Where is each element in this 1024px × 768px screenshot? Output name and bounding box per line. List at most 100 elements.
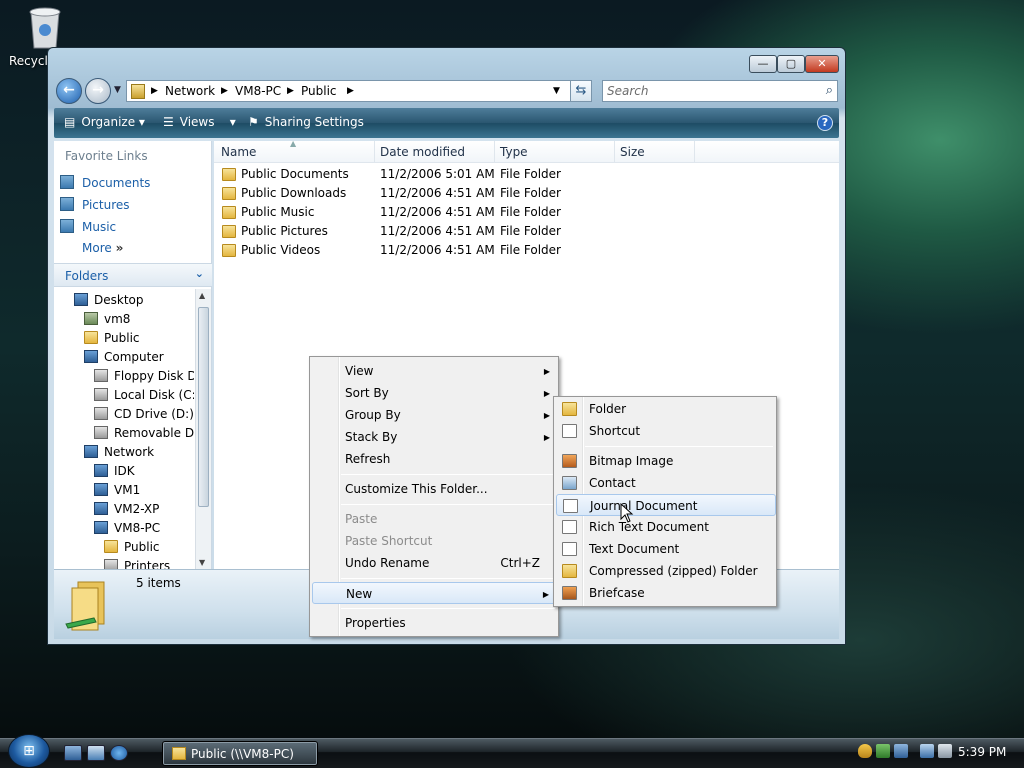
tree-item-vm1[interactable]: VM1 bbox=[94, 483, 194, 497]
menu-item-view[interactable]: View ▶ bbox=[312, 360, 558, 382]
submenu-item-text[interactable]: Text Document bbox=[556, 538, 776, 560]
column-type[interactable]: Type bbox=[500, 145, 528, 159]
submenu-item-bitmap[interactable]: Bitmap Image bbox=[556, 450, 776, 472]
show-desktop-icon[interactable] bbox=[64, 745, 82, 761]
table-row[interactable]: Public Documents 11/2/2006 5:01 AM File … bbox=[214, 165, 839, 184]
folder-icon bbox=[222, 168, 236, 181]
menu-item-group-by[interactable]: Group By ▶ bbox=[312, 404, 558, 426]
submenu-item-folder[interactable]: Folder bbox=[556, 398, 776, 420]
taskbar-window-button[interactable]: Public (\\VM8-PC) bbox=[162, 741, 318, 766]
refresh-button[interactable]: ⇆ bbox=[570, 80, 592, 102]
tray-icon[interactable] bbox=[876, 744, 890, 758]
close-button[interactable]: ✕ bbox=[805, 55, 839, 73]
favorite-link-pictures[interactable]: Pictures bbox=[60, 197, 130, 212]
column-divider[interactable] bbox=[614, 141, 615, 163]
taskbar-window-label: Public (\\VM8-PC) bbox=[191, 747, 294, 761]
tray-icon[interactable] bbox=[894, 744, 908, 758]
search-icon[interactable]: ⌕ bbox=[826, 83, 833, 98]
table-row[interactable]: Public Music 11/2/2006 4:51 AM File Fold… bbox=[214, 203, 839, 222]
switch-windows-icon[interactable] bbox=[87, 745, 105, 761]
column-name[interactable]: Name bbox=[221, 145, 256, 159]
shared-folder-icon bbox=[65, 581, 105, 631]
tree-item-local-disk[interactable]: Local Disk (C:) bbox=[94, 388, 194, 402]
tree-scrollbar[interactable]: ▲ ▼ bbox=[195, 289, 211, 569]
menu-separator bbox=[341, 474, 555, 475]
folders-header[interactable]: Folders ⌄ bbox=[54, 263, 212, 287]
table-row[interactable]: Public Pictures 11/2/2006 4:51 AM File F… bbox=[214, 222, 839, 241]
menu-item-customize-folder[interactable]: Customize This Folder... bbox=[312, 478, 558, 500]
tree-item-floppy[interactable]: Floppy Disk Dr bbox=[94, 369, 194, 383]
column-date-modified[interactable]: Date modified bbox=[380, 145, 465, 159]
contact-icon bbox=[562, 476, 577, 490]
tree-item-public-share[interactable]: Public bbox=[104, 540, 194, 554]
favorite-link-music[interactable]: Music bbox=[60, 219, 116, 234]
computer-icon bbox=[94, 521, 108, 534]
column-divider[interactable] bbox=[494, 141, 495, 163]
search-input[interactable]: Search ⌕ bbox=[602, 80, 838, 102]
tree-item-computer[interactable]: Computer bbox=[84, 350, 194, 364]
menu-item-refresh[interactable]: Refresh bbox=[312, 448, 558, 470]
menu-item-new[interactable]: New ▶ bbox=[312, 582, 558, 604]
favorite-link-more[interactable]: More » bbox=[82, 241, 123, 255]
submenu-item-zip[interactable]: Compressed (zipped) Folder bbox=[556, 560, 776, 582]
scrollbar-thumb[interactable] bbox=[198, 307, 209, 507]
tree-label: vm8 bbox=[104, 312, 131, 326]
breadcrumb-network[interactable]: Network bbox=[165, 84, 215, 98]
breadcrumb-vm8-pc[interactable]: VM8-PC bbox=[235, 84, 281, 98]
table-row[interactable]: Public Downloads 11/2/2006 4:51 AM File … bbox=[214, 184, 839, 203]
column-divider[interactable] bbox=[694, 141, 695, 163]
scroll-down-icon[interactable]: ▼ bbox=[199, 558, 205, 567]
user-folder-icon bbox=[84, 312, 98, 325]
tree-item-vm2-xp[interactable]: VM2-XP bbox=[94, 502, 194, 516]
address-dropdown-icon[interactable]: ▼ bbox=[553, 86, 560, 96]
submenu-item-rich-text[interactable]: Rich Text Document bbox=[556, 516, 776, 538]
menu-item-undo-rename[interactable]: Undo Rename Ctrl+Z bbox=[312, 552, 558, 574]
internet-explorer-icon[interactable] bbox=[110, 745, 128, 761]
submenu-item-journal[interactable]: Journal Document bbox=[556, 494, 776, 516]
tree-label: Desktop bbox=[94, 293, 144, 307]
views-button[interactable]: ☰ Views ▾ bbox=[163, 115, 236, 129]
tree-item-public[interactable]: Public bbox=[84, 331, 194, 345]
menu-item-paste-shortcut: Paste Shortcut bbox=[312, 530, 558, 552]
forward-button[interactable]: → bbox=[85, 78, 111, 104]
tree-label: VM2-XP bbox=[114, 502, 160, 516]
security-shield-icon[interactable] bbox=[858, 744, 872, 758]
favorite-link-documents[interactable]: Documents bbox=[60, 175, 150, 190]
submenu-arrow-icon: ▶ bbox=[543, 389, 550, 398]
tree-item-vm8-pc[interactable]: VM8-PC bbox=[94, 521, 194, 535]
volume-muted-icon[interactable] bbox=[938, 744, 952, 758]
table-row[interactable]: Public Videos 11/2/2006 4:51 AM File Fol… bbox=[214, 241, 839, 260]
minimize-button[interactable]: — bbox=[749, 55, 777, 73]
help-button[interactable]: ? bbox=[817, 115, 833, 131]
address-bar[interactable]: ▶ Network ▶ VM8-PC ▶ Public ▶ ▼ bbox=[126, 80, 576, 102]
sharing-settings-button[interactable]: ⚑ Sharing Settings bbox=[248, 115, 364, 129]
tree-item-network[interactable]: Network bbox=[84, 445, 194, 459]
menu-item-stack-by[interactable]: Stack By ▶ bbox=[312, 426, 558, 448]
submenu-item-briefcase[interactable]: Briefcase bbox=[556, 582, 776, 604]
maximize-button[interactable]: ▢ bbox=[777, 55, 805, 73]
scroll-up-icon[interactable]: ▲ bbox=[199, 291, 205, 300]
organize-button[interactable]: ▤ Organize ▾ bbox=[64, 115, 145, 129]
tree-item-cd-drive[interactable]: CD Drive (D:) bbox=[94, 407, 194, 421]
menu-item-properties[interactable]: Properties bbox=[312, 612, 558, 634]
back-button[interactable]: ← bbox=[56, 78, 82, 104]
tree-item-removable[interactable]: Removable Dis bbox=[94, 426, 194, 440]
start-button[interactable]: ⊞ bbox=[8, 734, 50, 768]
column-divider[interactable] bbox=[374, 141, 375, 163]
recent-pages-dropdown-icon[interactable]: ▼ bbox=[114, 85, 121, 95]
menu-label: Refresh bbox=[345, 452, 391, 466]
file-name: Public Downloads bbox=[241, 186, 347, 200]
column-size[interactable]: Size bbox=[620, 145, 645, 159]
tree-label: VM8-PC bbox=[114, 521, 161, 535]
tree-item-desktop[interactable]: Desktop bbox=[74, 293, 194, 307]
submenu-item-contact[interactable]: Contact bbox=[556, 472, 776, 494]
menu-label: Group By bbox=[345, 408, 401, 422]
breadcrumb-public[interactable]: Public bbox=[301, 84, 337, 98]
menu-item-sort-by[interactable]: Sort By ▶ bbox=[312, 382, 558, 404]
submenu-item-shortcut[interactable]: Shortcut bbox=[556, 420, 776, 442]
tree-item-idk[interactable]: IDK bbox=[94, 464, 194, 478]
network-tray-icon[interactable] bbox=[920, 744, 934, 758]
close-icon: ✕ bbox=[817, 57, 827, 70]
tree-item-vm8[interactable]: vm8 bbox=[84, 312, 194, 326]
clock[interactable]: 5:39 PM bbox=[958, 745, 1006, 759]
